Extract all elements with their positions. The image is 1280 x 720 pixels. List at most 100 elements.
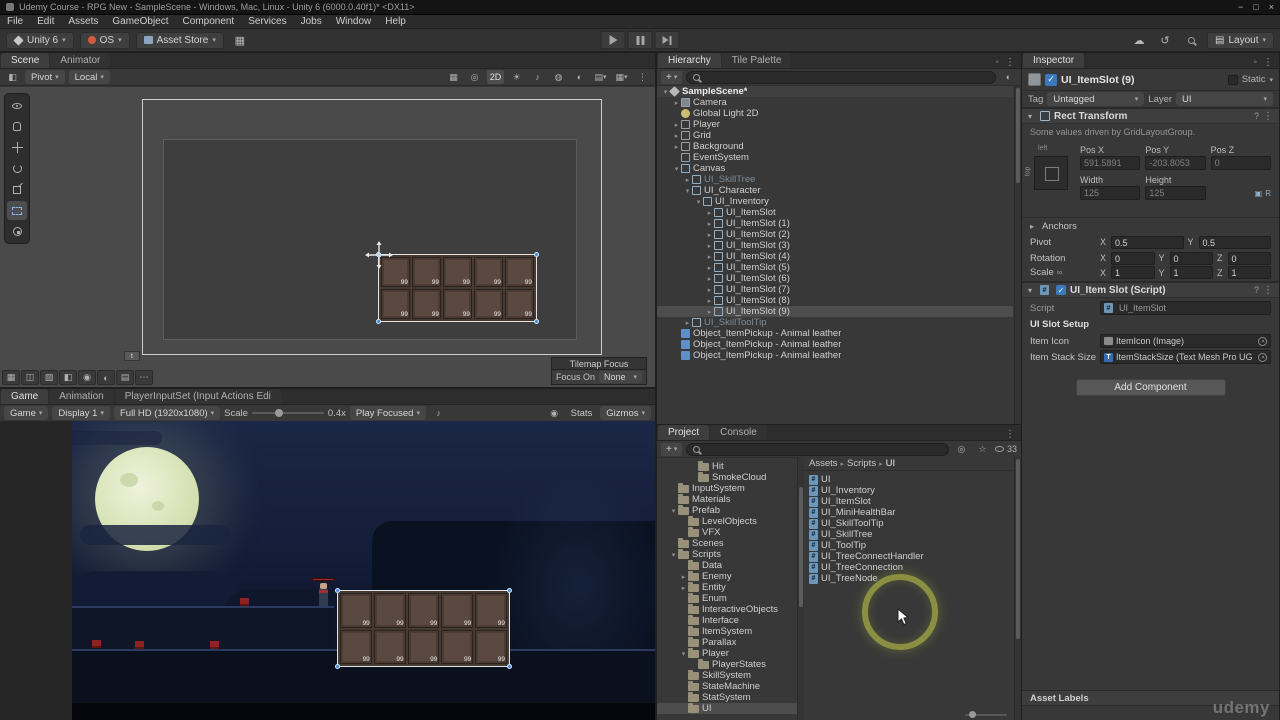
hierarchy-item[interactable]: ▸ UI_ItemSlot (2): [657, 229, 1013, 240]
project-folder[interactable]: ▸ Entity: [657, 581, 797, 593]
close-button[interactable]: ×: [1269, 2, 1274, 12]
files-scrollbar[interactable]: [1014, 457, 1021, 720]
width-field[interactable]: 125: [1080, 186, 1141, 200]
folders-scrollbar[interactable]: [797, 457, 804, 720]
grid-icon[interactable]: ▦: [230, 32, 250, 49]
hierarchy-item[interactable]: ▸ UI_ItemSlot (1): [657, 218, 1013, 229]
expander-icon[interactable]: ▸: [683, 176, 692, 184]
tab-console[interactable]: Console: [710, 425, 767, 440]
create-asset-button[interactable]: + ▾: [661, 442, 683, 456]
expander-icon[interactable]: ▸: [705, 264, 714, 272]
selection-handle[interactable]: [534, 252, 539, 257]
project-folder[interactable]: Materials: [657, 493, 797, 505]
kebab-menu-icon[interactable]: ⋮: [1263, 285, 1273, 296]
tile-picker-icon[interactable]: ◉: [78, 370, 96, 385]
project-folder[interactable]: StatSystem: [657, 691, 797, 703]
kebab-menu-icon[interactable]: ⋮: [1005, 57, 1015, 68]
selection-handle[interactable]: [376, 319, 381, 324]
zoom-slider[interactable]: [965, 711, 1007, 718]
rotation-x-field[interactable]: 0: [1111, 251, 1155, 265]
expander-icon[interactable]: ▾: [679, 650, 688, 658]
inventory-slot[interactable]: 99: [340, 593, 372, 628]
item-stack-size-object-field[interactable]: T ItemStackSize (Text Mesh Pro UG: [1100, 350, 1271, 364]
visibility-icon[interactable]: ◐: [571, 70, 588, 84]
expander-icon[interactable]: ▸: [672, 121, 681, 129]
rect-transform-header[interactable]: ▾ Rect Transform ? ⋮: [1022, 108, 1279, 124]
inventory-slot[interactable]: 99: [407, 629, 440, 664]
pause-button[interactable]: [627, 31, 653, 49]
game-inventory-panel[interactable]: 99 99 99 99 99 99 99 99 99 99: [335, 588, 512, 669]
breadcrumb-item[interactable]: Assets: [809, 458, 838, 469]
project-file[interactable]: # UI_SkillTree: [805, 529, 1013, 540]
menu-jobs[interactable]: Jobs: [294, 16, 329, 27]
project-file[interactable]: # UI_Inventory: [805, 485, 1013, 496]
inventory-slot[interactable]: 99: [443, 289, 472, 319]
tile-rect-fill-icon[interactable]: ◧: [59, 370, 77, 385]
unity-version-dropdown[interactable]: Unity 6 ▾: [6, 31, 74, 49]
expander-icon[interactable]: ▸: [705, 209, 714, 217]
project-file[interactable]: # UI_TreeConnectHandler: [805, 551, 1013, 562]
expander-icon[interactable]: ▾: [669, 551, 678, 559]
menu-gameobject[interactable]: GameObject: [105, 16, 175, 27]
inventory-slot[interactable]: 99: [441, 629, 474, 664]
expander-icon[interactable]: ▸: [705, 220, 714, 228]
hierarchy-item[interactable]: ▸ UI_ItemSlot: [657, 207, 1013, 218]
search-icon[interactable]: [1181, 32, 1201, 49]
project-folder[interactable]: InputSystem: [657, 482, 797, 494]
tab-animator[interactable]: Animator: [50, 53, 111, 68]
component-enabled-checkbox[interactable]: ✓: [1056, 285, 1066, 295]
game-viewport[interactable]: 99 99 99 99 99 99 99 99 99 99: [72, 421, 655, 720]
project-file[interactable]: # UI_SkillToolTip: [805, 518, 1013, 529]
scale-y-field[interactable]: 1: [1169, 266, 1213, 279]
help-icon[interactable]: ?: [1254, 111, 1259, 121]
play-button[interactable]: [600, 31, 626, 49]
layer-dropdown[interactable]: UI ▾: [1176, 92, 1273, 106]
search-by-type-icon[interactable]: ◎: [953, 442, 970, 456]
hierarchy-item[interactable]: ▸ Camera: [657, 97, 1013, 108]
hierarchy-item[interactable]: ▾ Canvas: [657, 163, 1013, 174]
favorites-icon[interactable]: ☆: [974, 442, 991, 456]
project-folder[interactable]: LevelObjects: [657, 515, 797, 527]
inventory-slot[interactable]: 99: [412, 289, 441, 319]
hierarchy-item[interactable]: ▸ Grid: [657, 130, 1013, 141]
hierarchy-item[interactable]: Object_ItemPickup - Animal leather: [657, 328, 1013, 339]
selection-handle[interactable]: [335, 664, 340, 669]
expander-icon[interactable]: ▸: [705, 297, 714, 305]
project-file[interactable]: # UI_MiniHealthBar: [805, 507, 1013, 518]
project-folder[interactable]: Hit: [657, 461, 797, 472]
tab-project[interactable]: Project: [658, 425, 710, 440]
breadcrumb-item[interactable]: UI: [886, 458, 896, 469]
inventory-slot[interactable]: 99: [475, 593, 507, 628]
play-focused-dropdown[interactable]: Play Focused ▾: [349, 406, 426, 420]
selection-handle[interactable]: [335, 588, 340, 593]
more-icon[interactable]: ⋮: [634, 70, 651, 84]
expander-icon[interactable]: ▾: [672, 165, 681, 173]
tile-select-icon[interactable]: ▦: [2, 370, 20, 385]
lock-icon[interactable]: ◦: [995, 57, 999, 68]
scale-tool-button[interactable]: [7, 180, 27, 199]
hierarchy-item[interactable]: ▾ SampleScene*: [657, 86, 1013, 97]
asset-store-dropdown[interactable]: Asset Store ▾: [135, 31, 224, 49]
project-folder[interactable]: ItemSystem: [657, 625, 797, 637]
expander-icon[interactable]: ▾: [669, 507, 678, 515]
script-object-field[interactable]: # UI_ItemSlot: [1100, 301, 1271, 315]
rotation-z-field[interactable]: 0: [1227, 251, 1271, 265]
effects-icon[interactable]: ◍: [550, 70, 567, 84]
gizmos-dropdown[interactable]: Gizmos ▾: [600, 406, 651, 420]
height-field[interactable]: 125: [1145, 186, 1206, 200]
script-component-header[interactable]: ▾ # ✓ UI_Item Slot (Script) ? ⋮: [1022, 282, 1279, 298]
2d-toggle[interactable]: 2D: [487, 70, 504, 84]
local-dropdown[interactable]: Local ▾: [68, 70, 110, 84]
cloud-icon[interactable]: ☁: [1129, 32, 1149, 49]
menu-component[interactable]: Component: [176, 16, 242, 27]
view-tool-button[interactable]: [7, 96, 27, 115]
menu-window[interactable]: Window: [329, 16, 379, 27]
grid-visibility-icon[interactable]: ▦: [445, 70, 462, 84]
project-file[interactable]: # UI_ToolTip: [805, 540, 1013, 551]
gizmos-dropdown-icon[interactable]: ▦ ▾: [613, 70, 630, 84]
hierarchy-item[interactable]: ▸ UI_ItemSlot (4): [657, 251, 1013, 262]
expander-icon[interactable]: ▸: [705, 275, 714, 283]
transform-tool-button[interactable]: [7, 222, 27, 241]
project-folder[interactable]: Enum: [657, 592, 797, 604]
tab-tile-palette[interactable]: Tile Palette: [721, 53, 792, 68]
